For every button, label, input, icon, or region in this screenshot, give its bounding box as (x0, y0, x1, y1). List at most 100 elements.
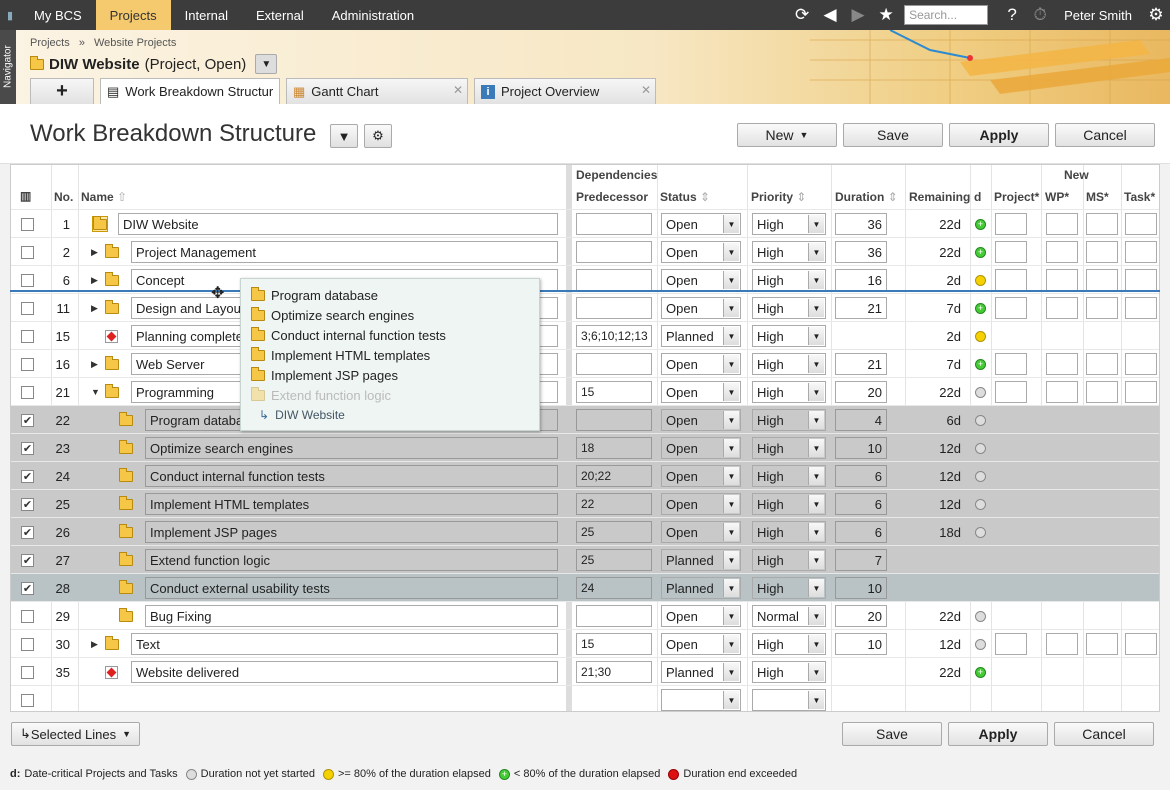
back-arrow-icon[interactable]: ◀ (816, 0, 844, 30)
table-row[interactable]: ✔ 26 Implement JSP pages 25 Open ▼ High ▼ 6 18d (11, 517, 1159, 545)
duration-field[interactable]: 7 (835, 549, 887, 571)
new-ms-field[interactable] (1086, 213, 1118, 235)
col-name[interactable]: Name ⇧ (81, 190, 127, 204)
expand-arrow-icon[interactable]: ▶ (91, 247, 101, 258)
name-field[interactable]: Implement HTML templates (145, 493, 558, 515)
predecessor-field[interactable]: 15 (576, 633, 652, 655)
table-row[interactable]: ✔ 23 Optimize search engines 18 Open ▼ High ▼ 10… (11, 433, 1159, 461)
predecessor-field[interactable]: 20;22 (576, 465, 652, 487)
forward-arrow-icon[interactable]: ▶ (844, 0, 872, 30)
col-remaining[interactable]: Remaining (909, 190, 970, 204)
new-task-field[interactable] (1125, 297, 1157, 319)
name-field[interactable]: Optimize search engines (145, 437, 558, 459)
name-field[interactable]: Conduct external usability tests (145, 577, 558, 599)
status-select[interactable]: Open ▼ (661, 437, 741, 459)
duration-field[interactable]: 36 (835, 213, 887, 235)
nav-external[interactable]: External (242, 0, 318, 30)
row-checkbox[interactable]: ✔ (21, 581, 34, 595)
row-checkbox[interactable]: ✔ (21, 497, 34, 511)
status-select[interactable]: Open ▼ (661, 465, 741, 487)
new-project-field[interactable] (995, 269, 1027, 291)
col-new-wp[interactable]: WP* (1045, 190, 1069, 204)
priority-select[interactable]: High ▼ (752, 241, 826, 263)
col-no[interactable]: No. (54, 190, 73, 204)
name-field[interactable]: Text (131, 633, 558, 655)
duration-field[interactable]: 6 (835, 493, 887, 515)
col-priority[interactable]: Priority ⇕ (751, 190, 806, 204)
duration-field[interactable]: 20 (835, 381, 887, 403)
col-new-project[interactable]: Project* (994, 190, 1039, 204)
new-project-field[interactable] (995, 297, 1027, 319)
new-wp-field[interactable] (1046, 297, 1078, 319)
new-task-field[interactable] (1125, 381, 1157, 403)
breadcrumb-website-projects[interactable]: Website Projects (94, 37, 176, 49)
priority-select[interactable]: High ▼ (752, 325, 826, 347)
new-button[interactable]: New ▼ (737, 123, 837, 147)
new-ms-field[interactable] (1086, 241, 1118, 263)
table-row[interactable]: ✔ 28 Conduct external usability tests 24 Pla… (11, 573, 1159, 601)
priority-select[interactable]: High ▼ (752, 437, 826, 459)
priority-select[interactable]: High ▼ (752, 577, 826, 599)
name-field[interactable]: Website delivered (131, 661, 558, 683)
footer-apply-button[interactable]: Apply (948, 722, 1048, 746)
col-duration[interactable]: Duration ⇕ (835, 190, 898, 204)
timer-icon[interactable]: ⏱ (1026, 0, 1054, 30)
tab-work-breakdown-structure[interactable]: ▤ Work Breakdown Structure (100, 78, 280, 104)
status-select[interactable]: Open ▼ (661, 633, 741, 655)
table-row[interactable]: 21 ▼ Programming 15 Open ▼ High ▼ 20 22d (11, 377, 1159, 405)
new-wp-field[interactable] (1046, 213, 1078, 235)
selected-lines-button[interactable]: ↳ Selected Lines ▼ (11, 722, 140, 746)
new-task-field[interactable] (1125, 213, 1157, 235)
predecessor-field[interactable] (576, 269, 652, 291)
row-checkbox[interactable] (21, 301, 34, 315)
table-row[interactable]: ✔ 25 Implement HTML templates 22 Open ▼ High ▼ 6… (11, 489, 1159, 517)
predecessor-field[interactable]: 22 (576, 493, 652, 515)
priority-select[interactable]: High ▼ (752, 633, 826, 655)
close-icon[interactable]: ✕ (641, 83, 651, 97)
priority-select[interactable]: High ▼ (752, 213, 826, 235)
favorites-star-icon[interactable]: ★ (872, 0, 900, 30)
project-menu-button[interactable]: ▼ (255, 54, 278, 74)
expand-arrow-icon[interactable]: ▶ (91, 639, 101, 650)
new-ms-field[interactable] (1086, 353, 1118, 375)
predecessor-field[interactable] (576, 605, 652, 627)
close-icon[interactable]: ✕ (453, 83, 463, 97)
row-checkbox[interactable]: ✔ (21, 413, 34, 427)
priority-select[interactable]: High ▼ (752, 409, 826, 431)
col-new-task[interactable]: Task* (1124, 190, 1155, 204)
predecessor-field[interactable] (576, 409, 652, 431)
nav-internal[interactable]: Internal (171, 0, 242, 30)
nav-administration[interactable]: Administration (318, 0, 428, 30)
row-checkbox[interactable]: ✔ (21, 469, 34, 483)
row-checkbox[interactable]: ✔ (21, 441, 34, 455)
help-icon[interactable]: ? (998, 0, 1026, 30)
priority-select[interactable]: High ▼ (752, 381, 826, 403)
new-wp-field[interactable] (1046, 353, 1078, 375)
duration-field[interactable]: 20 (835, 605, 887, 627)
table-row[interactable]: 29 Bug Fixing Open ▼ Normal ▼ 20 22d (11, 601, 1159, 629)
new-wp-field[interactable] (1046, 381, 1078, 403)
priority-select[interactable]: High ▼ (752, 465, 826, 487)
status-select[interactable]: Open ▼ (661, 353, 741, 375)
user-name[interactable]: Peter Smith (1064, 8, 1132, 23)
add-tab-button[interactable]: + (30, 78, 94, 104)
footer-save-button[interactable]: Save (842, 722, 942, 746)
new-project-field[interactable] (995, 633, 1027, 655)
predecessor-field[interactable]: 24 (576, 577, 652, 599)
status-select[interactable]: Open ▼ (661, 409, 741, 431)
duration-field[interactable]: 36 (835, 241, 887, 263)
name-field[interactable]: Bug Fixing (145, 605, 558, 627)
new-ms-field[interactable] (1086, 297, 1118, 319)
table-row[interactable]: 35 Website delivered 21;30 Planned ▼ High ▼ 22d… (11, 657, 1159, 685)
status-select[interactable]: Planned ▼ (661, 577, 741, 599)
view-menu-button[interactable]: ▼ (330, 124, 358, 148)
name-field[interactable]: DIW Website (118, 213, 558, 235)
row-checkbox[interactable] (21, 693, 34, 707)
duration-field[interactable]: 10 (835, 577, 887, 599)
duration-field[interactable]: 6 (835, 465, 887, 487)
status-select[interactable]: Open ▼ (661, 493, 741, 515)
priority-select[interactable]: ▼ (752, 689, 826, 711)
col-d[interactable]: d (974, 190, 981, 204)
refresh-icon[interactable]: ⟳ (788, 0, 816, 30)
gear-icon[interactable]: ⚙ (1142, 0, 1170, 30)
